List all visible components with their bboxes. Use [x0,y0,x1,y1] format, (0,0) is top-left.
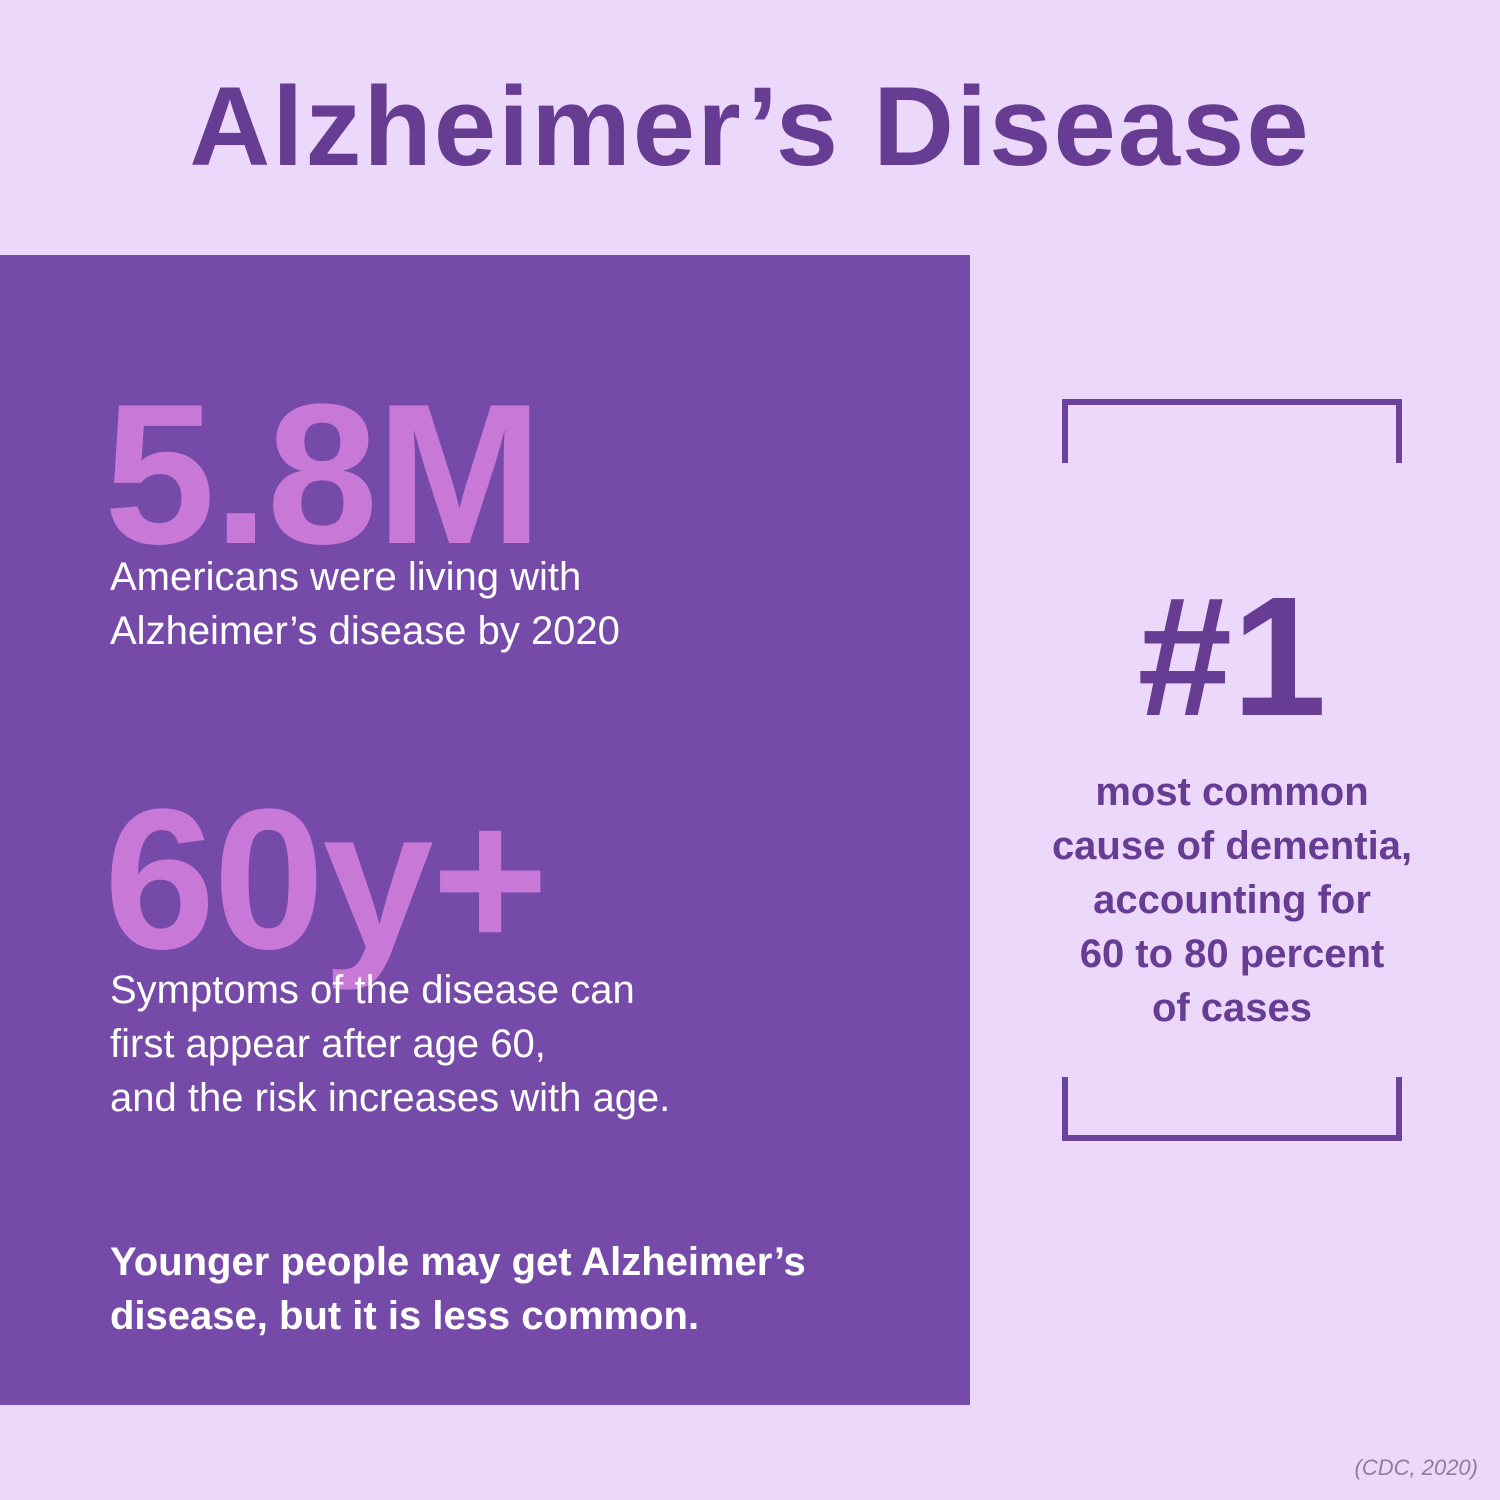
bracket-top-decoration [1062,399,1402,463]
stat-description-americans: Americans were living with Alzheimer’s d… [110,555,620,653]
rank-description: most common cause of dementia, accountin… [1051,770,1413,1030]
source-citation: (CDC, 2020) [1354,1455,1478,1480]
rank-value: #1 [1137,562,1327,752]
stats-panel: 5.8M Americans were living with Alzheime… [0,255,970,1405]
bracket-bottom-decoration [1062,1077,1402,1141]
stat-description-age: Symptoms of the disease can first appear… [110,968,671,1120]
stat-value-age: 60y+ [104,768,548,991]
younger-people-note: Younger people may get Alzheimer’s disea… [110,1240,806,1338]
page-title: Alzheimer’s Disease [189,64,1311,189]
stat-value-americans: 5.8M [104,363,543,586]
